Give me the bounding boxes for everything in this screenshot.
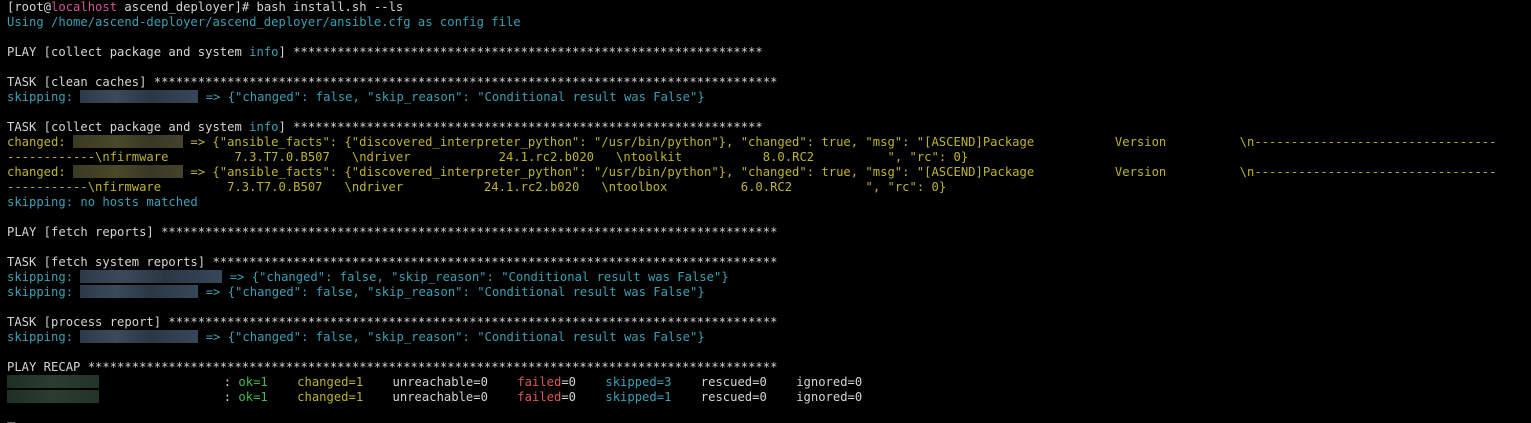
no-hosts-matched-line: skipping: no hosts matched xyxy=(7,195,198,209)
redacted-host xyxy=(80,90,199,103)
changed-result-line: changed: => {"ansible_facts": {"discover… xyxy=(7,165,1497,179)
changed-count: changed=1 xyxy=(297,390,364,404)
prompt-hostname: localhost xyxy=(51,0,118,14)
redacted-host xyxy=(7,390,99,403)
prompt-path: ascend_deployer]# xyxy=(117,0,257,14)
skip-result-line: skipping: => {"changed": false, "skip_re… xyxy=(7,90,705,104)
skipped-count: skipped=1 xyxy=(605,390,672,404)
skip-result-line: skipping: => {"changed": false, "skip_re… xyxy=(7,330,705,344)
changed-result-continuation: ------------\nfirmware 7.3.T7.0.B507 \nd… xyxy=(7,150,969,164)
changed-count: changed=1 xyxy=(297,375,364,389)
task-header-clean-caches: TASK [clean caches] ********************… xyxy=(7,75,778,89)
failed-label: failed xyxy=(517,375,562,389)
failed-count: =0 xyxy=(561,390,577,404)
failed-count: =0 xyxy=(561,375,577,389)
redacted-host xyxy=(80,330,199,343)
unreachable-count: unreachable=0 xyxy=(392,390,488,404)
redacted-host xyxy=(80,270,223,283)
terminal-window[interactable]: [root@localhost ascend_deployer]# bash i… xyxy=(0,0,1531,423)
play-header-fetch-reports: PLAY [fetch reports] *******************… xyxy=(7,225,778,239)
unreachable-count: unreachable=0 xyxy=(392,375,488,389)
redacted-host xyxy=(73,135,184,148)
ok-count: ok=1 xyxy=(238,390,268,404)
changed-result-continuation: -----------\nfirmware 7.3.T7.0.B507 \ndr… xyxy=(7,180,947,194)
task-header-collect-info: TASK [collect package and system info] *… xyxy=(7,120,763,134)
recap-row: : ok=1 changed=1 unreachable=0 failed=0 … xyxy=(7,375,862,390)
config-file-line: Using /home/ascend-deployer/ascend_deplo… xyxy=(7,15,521,29)
play-header-collect: PLAY [collect package and system info] *… xyxy=(7,45,763,59)
task-header-fetch-system-reports: TASK [fetch system reports] ************… xyxy=(7,255,778,269)
shell-prompt-line: [root@localhost ascend_deployer]# bash i… xyxy=(7,0,403,15)
skip-result-line: skipping: => {"changed": false, "skip_re… xyxy=(7,285,705,299)
ignored-count: ignored=0 xyxy=(796,375,863,389)
ignored-count: ignored=0 xyxy=(796,390,863,404)
failed-label: failed xyxy=(517,390,562,404)
play-recap-header: PLAY RECAP *****************************… xyxy=(7,360,778,374)
recap-row: : ok=1 changed=1 unreachable=0 failed=0 … xyxy=(7,390,862,405)
redacted-host xyxy=(73,165,184,178)
skip-result-line: skipping: => {"changed": false, "skip_re… xyxy=(7,270,729,284)
prompt-user: [root@ xyxy=(7,0,52,14)
info-keyword: info xyxy=(249,45,279,59)
next-prompt-stub[interactable] xyxy=(7,416,15,423)
ok-count: ok=1 xyxy=(238,375,268,389)
task-header-process-report: TASK [process report] ******************… xyxy=(7,315,778,329)
rescued-count: rescued=0 xyxy=(700,390,767,404)
shell-command: bash install.sh --ls xyxy=(256,0,404,14)
redacted-host xyxy=(7,375,99,388)
rescued-count: rescued=0 xyxy=(700,375,767,389)
redacted-host xyxy=(80,285,199,298)
changed-result-line: changed: => {"ansible_facts": {"discover… xyxy=(7,135,1497,149)
skipped-count: skipped=3 xyxy=(605,375,672,389)
info-keyword: info xyxy=(249,120,279,134)
